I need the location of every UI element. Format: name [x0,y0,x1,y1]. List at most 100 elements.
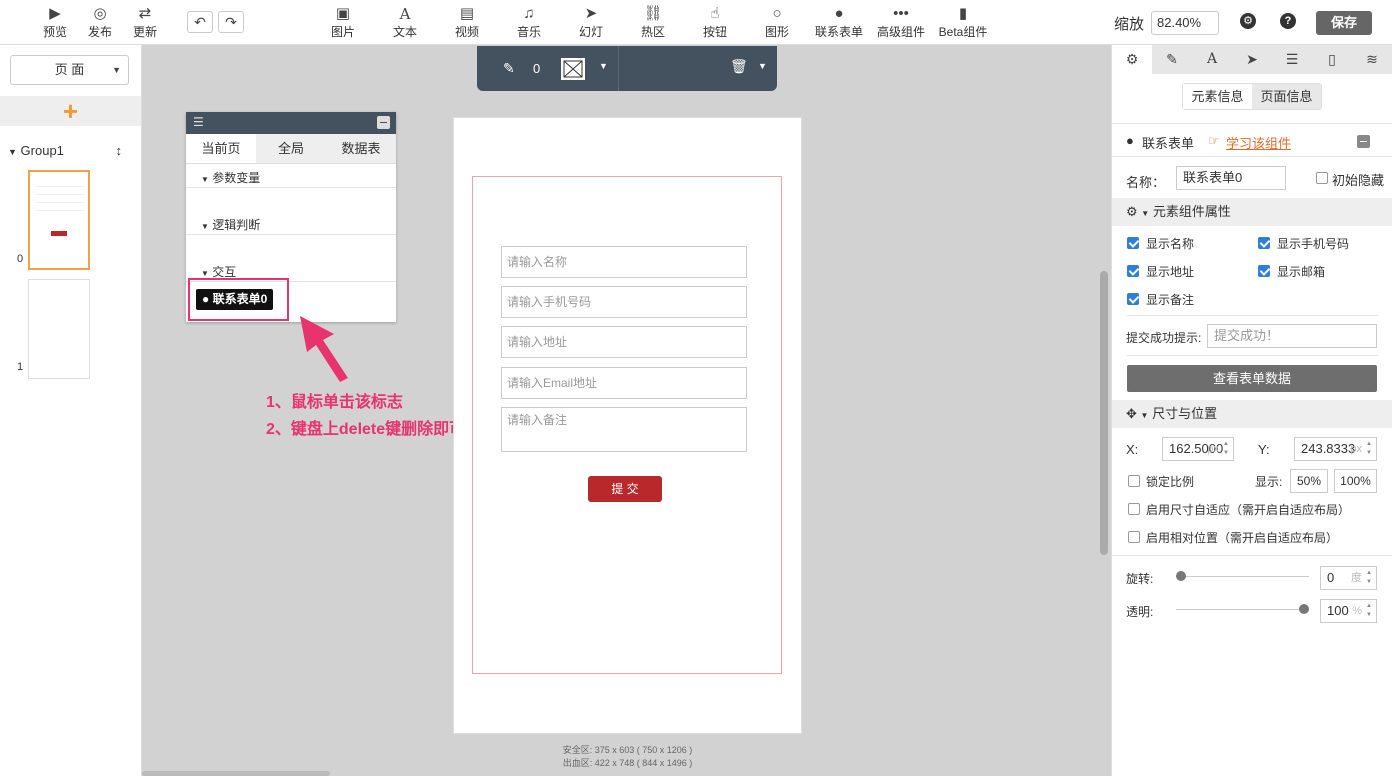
opacity-slider-knob[interactable] [1299,604,1309,614]
beta-tool[interactable]: ▮ Beta组件 [933,4,993,40]
thumb-line [36,210,84,211]
show-name-checkbox[interactable] [1127,237,1139,249]
tab-datatable[interactable]: 数据表 [326,134,396,163]
shape-tool[interactable]: ○ 图形 [752,4,802,40]
hand-icon: ☞ [1208,133,1220,148]
no-fill-icon[interactable] [561,58,585,80]
spinner-icon[interactable]: ▲ ▼ [1223,440,1229,458]
font-icon[interactable]: A [1192,45,1232,74]
auto-size-checkbox[interactable] [1128,503,1140,515]
help-icon[interactable]: ? [1280,13,1296,29]
redo-button[interactable]: ↷ [218,11,244,33]
page-thumb-0[interactable] [28,170,90,270]
opacity-slider[interactable] [1176,609,1309,610]
rotate-slider[interactable] [1176,576,1309,577]
annotation-arrow [300,316,348,382]
list-icon[interactable]: ☰ [1272,45,1312,74]
y-input[interactable]: 243.8333 px ▲ ▼ [1294,437,1377,461]
submit-button[interactable]: 提 交 [588,476,662,502]
send-icon[interactable]: ➤ [1232,45,1272,74]
caret-down-icon: ▼ [201,269,209,278]
properties-panel: ⚙ ✎ A ➤ ☰ ▯ ≋ 元素信息 页面信息 ● 联系表单 ☞ 学习该组件 名… [1111,45,1392,776]
move-icon: ✥ [1126,406,1137,421]
tab-element-info[interactable]: 元素信息 [1183,84,1252,109]
tab-global[interactable]: 全局 [256,134,326,163]
spinner-icon[interactable]: ▲ ▼ [1366,569,1372,587]
learn-component-link[interactable]: 学习该组件 [1226,133,1291,152]
size-position-section-header[interactable]: ✥ ▼ 尺寸与位置 [1112,400,1392,428]
view-form-data-button[interactable]: 查看表单数据 [1127,365,1377,392]
advanced-tool[interactable]: ••• 高级组件 [871,4,931,40]
address-field[interactable]: 请输入地址 [501,326,747,358]
gear-icon[interactable]: ⚙ [1240,13,1256,29]
update-button[interactable]: ⇄ 更新 [120,4,170,40]
note-field[interactable]: 请输入备注 [501,407,747,452]
text-tool[interactable]: A 文本 [380,4,430,40]
phone-field[interactable]: 请输入手机号码 [501,286,747,318]
top-toolbar: ▶ 预览 ◎ 发布 ⇄ 更新 ↶ ↷ ▣ 图片 A 文本 ▤ 视频 ♫ 音乐 ➤… [0,0,1392,45]
sort-icon[interactable]: ↕ [116,143,123,158]
relative-position-checkbox[interactable] [1128,531,1140,543]
image-tool[interactable]: ▣ 图片 [318,4,368,40]
contact-form-tool[interactable]: ● 联系表单 [809,4,869,40]
minimize-icon[interactable] [377,116,390,129]
tab-page-info[interactable]: 页面信息 [1252,84,1321,109]
lock-ratio-checkbox[interactable] [1128,475,1140,487]
name-input[interactable]: 联系表单0 [1176,166,1286,190]
logic-panel-header[interactable]: ☰ [186,112,396,134]
page-thumb-1[interactable] [28,279,90,379]
hidden-checkbox[interactable] [1316,172,1328,184]
gear-icon[interactable]: ⚙ [1112,45,1152,74]
file-icon[interactable]: ▯ [1312,45,1352,74]
music-tool[interactable]: ♫ 音乐 [504,4,554,40]
video-tool[interactable]: ▤ 视频 [442,4,492,40]
pencil-icon[interactable]: ✎ [503,60,515,77]
button-tool[interactable]: ☝ 按钮 [690,4,740,40]
x-input[interactable]: 162.5000 px ▲ ▼ [1162,437,1234,461]
show-email-checkbox[interactable] [1258,265,1270,277]
chevron-down-icon[interactable]: ▼ [758,61,767,71]
database-icon[interactable]: ≋ [1352,45,1392,74]
text-icon: A [399,5,411,23]
user-icon: ● [834,5,844,22]
hotspot-tool[interactable]: ⛓ 热区 [628,4,678,40]
more-icon: ••• [893,5,909,22]
zoom-input[interactable]: 82.40% [1151,11,1219,35]
rotate-input[interactable]: 0 度 ▲ ▼ [1320,566,1377,590]
show-note-checkbox[interactable] [1127,293,1139,305]
rotate-slider-knob[interactable] [1176,571,1186,581]
group-row[interactable]: ▼ Group1 ↕ [8,143,132,158]
undo-button[interactable]: ↶ [187,11,213,33]
trash-icon[interactable]: 🗑 [730,58,748,75]
display-100-button[interactable]: 100% [1334,469,1377,493]
section-logic[interactable]: ▼ 逻辑判断 [186,216,396,233]
chevron-down-icon[interactable]: ▼ [599,61,608,71]
tab-current-page[interactable]: 当前页 [186,134,256,163]
email-field[interactable]: 请输入Email地址 [501,367,747,399]
show-phone-checkbox[interactable] [1258,237,1270,249]
horizontal-scrollbar[interactable] [142,771,330,776]
spinner-icon[interactable]: ▲ ▼ [1366,602,1372,620]
caret-down-icon: ▼ [1140,411,1149,420]
page-select[interactable]: 页 面 ▼ [10,55,129,85]
name-field[interactable]: 请输入名称 [501,246,747,278]
menu-icon[interactable]: ☰ [193,116,204,128]
collapse-icon[interactable] [1357,135,1370,148]
publish-button[interactable]: ◎ 发布 [75,4,125,40]
pencil-icon[interactable]: ✎ [1152,45,1192,74]
props-section-header[interactable]: ⚙ ▼ 元素组件属性 [1112,198,1392,226]
slides-tool[interactable]: ➤ 幻灯 [566,4,616,40]
opacity-input[interactable]: 100 % ▲ ▼ [1320,599,1377,623]
display-50-button[interactable]: 50% [1290,469,1328,493]
y-label: Y: [1258,442,1270,457]
preview-button[interactable]: ▶ 预览 [30,4,80,40]
component-title: 联系表单 [1142,136,1195,151]
success-message-input[interactable]: 提交成功！ [1207,324,1377,348]
section-params[interactable]: ▼ 参数变量 [186,169,396,186]
border-width[interactable]: 0 [533,61,540,76]
show-address-checkbox[interactable] [1127,265,1139,277]
save-button[interactable]: 保存 [1316,11,1372,35]
spinner-icon[interactable]: ▲ ▼ [1366,440,1372,458]
vertical-scrollbar[interactable] [1100,271,1108,555]
add-page-button[interactable]: + [0,96,141,126]
